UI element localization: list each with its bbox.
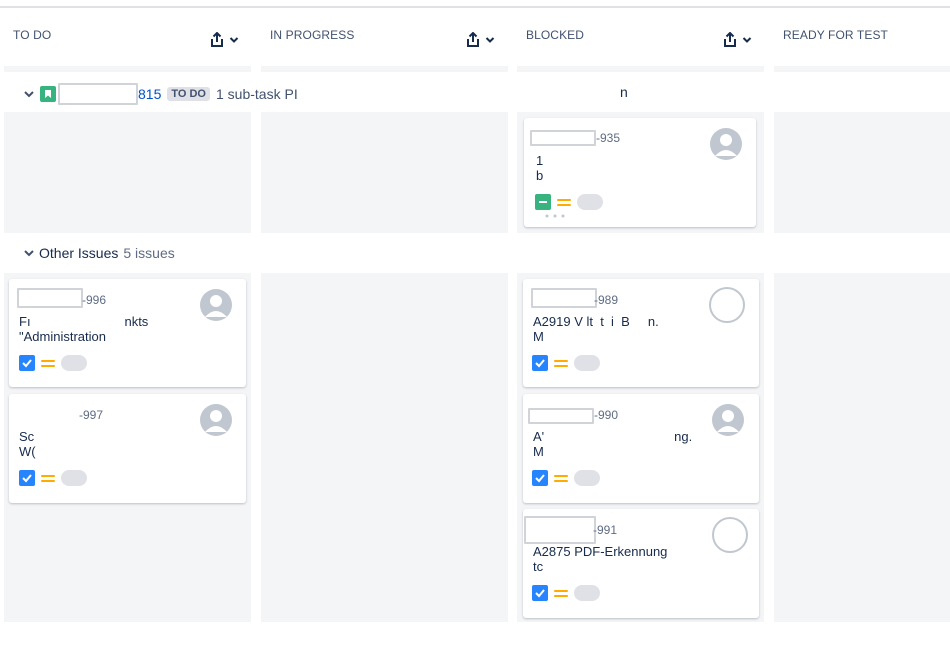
estimate-badge xyxy=(574,470,600,486)
issue-key[interactable]: -935 xyxy=(596,131,620,145)
issue-summary: A2875 PDF-Erkennung tc xyxy=(533,544,668,574)
lane-todo xyxy=(4,112,251,233)
task-type-icon xyxy=(19,470,35,486)
issue-key[interactable]: -991 xyxy=(593,523,617,537)
user-avatar-icon[interactable] xyxy=(710,128,742,160)
user-avatar-icon[interactable] xyxy=(200,404,232,436)
drag-handle-icon[interactable] xyxy=(544,213,570,219)
issue-key[interactable]: -990 xyxy=(594,408,618,422)
issue-card[interactable]: -990 A' ng. M xyxy=(523,394,759,503)
task-type-icon xyxy=(532,470,548,486)
estimate-badge xyxy=(574,355,600,371)
parent-issue-key[interactable]: 815 xyxy=(138,86,161,102)
user-avatar-icon[interactable] xyxy=(200,289,232,321)
column-title: IN PROGRESS xyxy=(270,28,355,42)
column-header-ready-for-test: READY FOR TEST xyxy=(774,8,950,68)
column-band xyxy=(261,66,508,72)
lane-ready-for-test xyxy=(774,273,950,622)
issue-summary: 1 b xyxy=(536,153,544,183)
bookmark-icon xyxy=(40,86,56,102)
priority-medium-icon xyxy=(554,356,568,370)
column-title: BLOCKED xyxy=(526,28,585,42)
swimlane-label: Other Issues xyxy=(39,245,119,261)
share-icon[interactable] xyxy=(466,32,480,48)
estimate-badge xyxy=(574,585,600,601)
issue-summary: Sc W( xyxy=(19,429,36,459)
issue-key[interactable]: -989 xyxy=(594,293,618,307)
user-avatar-icon[interactable] xyxy=(712,517,748,553)
task-type-icon xyxy=(532,355,548,371)
column-title: TO DO xyxy=(13,28,52,42)
swimlane-trailing-text: n xyxy=(620,84,628,100)
issue-card[interactable]: -935 1 b xyxy=(524,118,756,227)
user-avatar-icon[interactable] xyxy=(712,404,744,436)
parent-swimlane-header[interactable]: 815 TO DO 1 sub-task PI xyxy=(22,83,298,105)
column-header-todo: TO DO xyxy=(4,8,255,68)
column-band xyxy=(517,66,764,72)
issue-count: 5 issues xyxy=(123,245,175,261)
column-band xyxy=(774,66,950,72)
estimate-badge xyxy=(61,470,87,486)
chevron-down-icon[interactable] xyxy=(741,34,753,46)
story-type-icon xyxy=(535,194,551,210)
priority-medium-icon xyxy=(41,471,55,485)
chevron-down-icon[interactable] xyxy=(22,87,36,101)
task-type-icon xyxy=(19,355,35,371)
issue-key[interactable]: -996 xyxy=(82,293,106,307)
redacted-key-box xyxy=(528,408,594,424)
redacted-key-box xyxy=(524,516,596,544)
estimate-badge xyxy=(61,355,87,371)
column-title: READY FOR TEST xyxy=(783,28,888,42)
lane-ready-for-test xyxy=(774,112,950,233)
chevron-down-icon[interactable] xyxy=(22,246,36,260)
issue-card[interactable]: -991 A2875 PDF-Erkennung tc xyxy=(523,509,759,618)
share-icon[interactable] xyxy=(210,32,224,48)
chevron-down-icon[interactable] xyxy=(484,34,496,46)
status-lozenge: TO DO xyxy=(167,87,210,101)
priority-medium-icon xyxy=(554,586,568,600)
lane-in-progress xyxy=(261,273,508,622)
issue-card[interactable]: -989 A2919 V lt t i B n. M xyxy=(523,279,759,387)
issue-key[interactable]: -997 xyxy=(79,408,103,422)
redacted-key-box xyxy=(17,288,83,308)
task-type-icon xyxy=(532,585,548,601)
priority-medium-icon xyxy=(554,471,568,485)
priority-medium-icon xyxy=(557,195,571,209)
issue-card[interactable]: -996 Fı nkts "Administration xyxy=(9,279,246,387)
issue-card[interactable]: -997 Sc W( xyxy=(9,394,246,503)
user-avatar-icon[interactable] xyxy=(709,287,745,323)
lane-in-progress xyxy=(261,112,508,233)
redacted-key-box xyxy=(531,288,597,308)
column-header-in-progress: IN PROGRESS xyxy=(261,8,511,68)
redacted-key-box xyxy=(530,130,596,146)
share-icon[interactable] xyxy=(723,32,737,48)
issue-summary: Fı nkts "Administration xyxy=(19,314,149,344)
other-issues-swimlane-header[interactable]: Other Issues 5 issues xyxy=(22,245,175,261)
issue-summary: A' ng. M xyxy=(533,429,693,459)
column-header-blocked: BLOCKED xyxy=(517,8,768,68)
subtask-count: 1 sub-task PI xyxy=(216,86,298,102)
redacted-key-box xyxy=(58,83,138,105)
column-band xyxy=(4,66,251,72)
issue-summary: A2919 V lt t i B n. M xyxy=(533,314,659,344)
estimate-badge xyxy=(577,194,603,210)
priority-medium-icon xyxy=(41,356,55,370)
chevron-down-icon[interactable] xyxy=(228,34,240,46)
